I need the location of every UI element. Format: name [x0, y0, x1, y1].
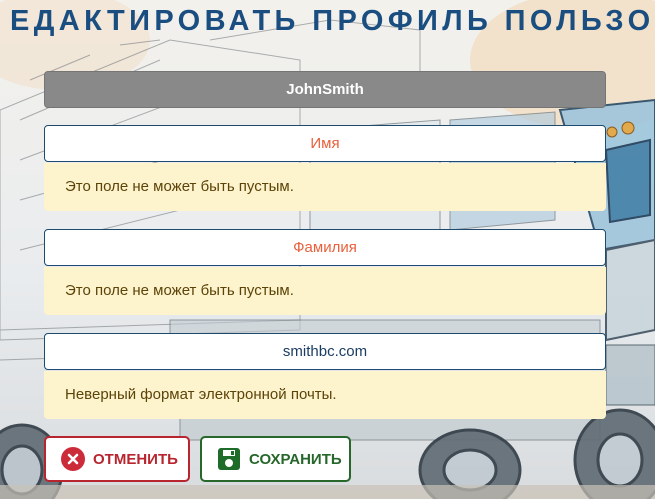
cancel-button[interactable]: ОТМЕНИТЬ — [44, 436, 190, 482]
first-name-field[interactable]: Имя — [44, 125, 606, 162]
email-field[interactable]: smithbc.com — [44, 333, 606, 370]
save-button[interactable]: СОХРАНИТЬ — [200, 436, 351, 482]
cancel-button-label: ОТМЕНИТЬ — [93, 450, 178, 468]
last-name-field[interactable]: Фамилия — [44, 229, 606, 266]
page-title-text: ЕДАКТИРОВАТЬ ПРОФИЛЬ ПОЛЬЗОВАТЕЛЯ — [10, 5, 655, 37]
page-title: ЕДАКТИРОВАТЬ ПРОФИЛЬ ПОЛЬЗОВАТЕЛЯ — [0, 2, 655, 40]
floppy-disk-icon — [216, 446, 242, 472]
close-circle-icon — [60, 446, 86, 472]
email-error: Неверный формат электронной почты. — [44, 371, 606, 419]
first-name-error: Это поле не может быть пустым. — [44, 163, 606, 211]
save-button-label: СОХРАНИТЬ — [249, 450, 342, 468]
username-field: JohnSmith — [44, 71, 606, 108]
last-name-error: Это поле не может быть пустым. — [44, 267, 606, 315]
